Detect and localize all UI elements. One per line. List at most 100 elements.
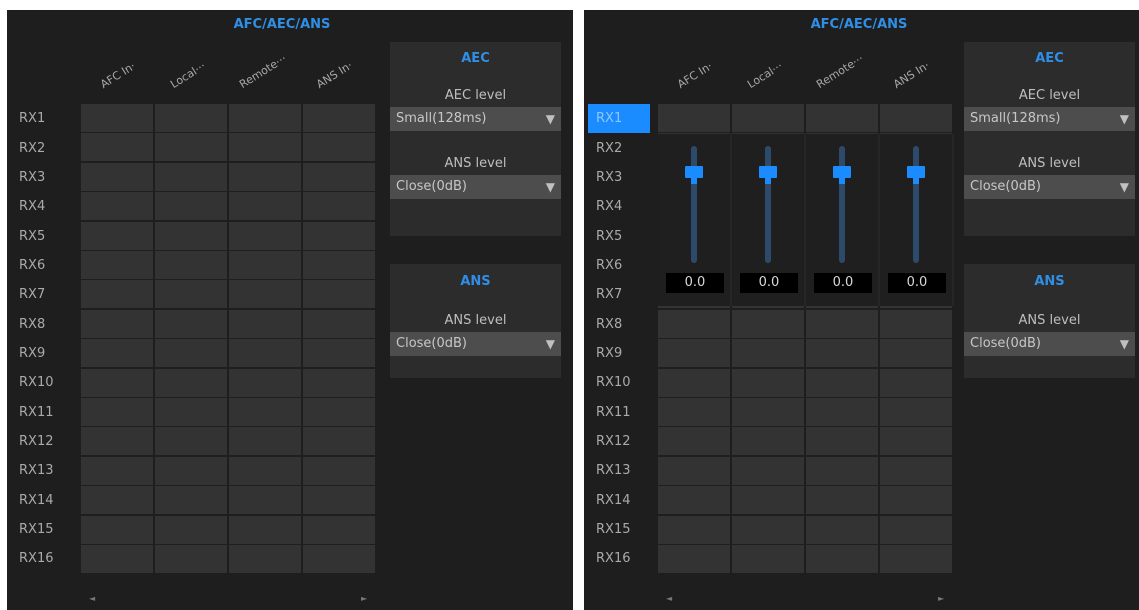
matrix-cell[interactable] (155, 486, 227, 515)
ans-level-select[interactable]: Close(0dB) ▼ (390, 332, 561, 356)
matrix-cell[interactable] (658, 398, 730, 426)
matrix-cell[interactable] (880, 309, 952, 338)
fader-track[interactable] (765, 146, 771, 263)
matrix-cell[interactable] (155, 251, 227, 279)
matrix-cell[interactable] (303, 221, 375, 250)
matrix-cell[interactable] (303, 398, 375, 426)
matrix-cell[interactable] (155, 398, 227, 426)
matrix-cell[interactable] (155, 280, 227, 309)
matrix-cell[interactable] (81, 192, 153, 221)
fader-track[interactable] (691, 146, 697, 263)
matrix-cell[interactable] (806, 456, 878, 485)
row-label-rx13[interactable]: RX13 (596, 456, 652, 485)
matrix-cell[interactable] (732, 427, 804, 456)
matrix-cell[interactable] (658, 486, 730, 515)
matrix-cell[interactable] (229, 545, 301, 573)
matrix-cell[interactable] (229, 368, 301, 397)
matrix-cell[interactable] (155, 515, 227, 544)
matrix-cell[interactable] (155, 339, 227, 368)
matrix-cell[interactable] (81, 515, 153, 544)
matrix-cell[interactable] (880, 486, 952, 515)
row-label-rx9[interactable]: RX9 (596, 339, 652, 368)
row-label-rx4[interactable]: RX4 (596, 192, 652, 221)
matrix-cell[interactable] (81, 251, 153, 279)
matrix-cell[interactable] (303, 427, 375, 456)
matrix-cell[interactable] (81, 545, 153, 573)
matrix-cell[interactable] (155, 104, 227, 132)
scroll-right-icon[interactable]: ► (361, 594, 367, 603)
matrix-cell[interactable] (303, 162, 375, 191)
matrix-cell[interactable] (81, 104, 153, 132)
row-label-rx6[interactable]: RX6 (596, 251, 652, 280)
matrix-cell[interactable] (81, 162, 153, 191)
row-label-rx5[interactable]: RX5 (19, 222, 75, 251)
scroll-right-icon[interactable]: ► (938, 594, 944, 603)
matrix-cell[interactable] (229, 486, 301, 515)
matrix-cell[interactable] (303, 486, 375, 515)
row-label-rx11[interactable]: RX11 (596, 398, 652, 427)
aec-level-select[interactable]: Small(128ms) ▼ (964, 107, 1135, 131)
matrix-cell[interactable] (732, 515, 804, 544)
matrix-cell[interactable] (806, 398, 878, 426)
row-label-rx7[interactable]: RX7 (596, 280, 652, 309)
matrix-cell[interactable] (81, 309, 153, 338)
row-label-rx8[interactable]: RX8 (19, 310, 75, 339)
matrix-cell[interactable] (81, 398, 153, 426)
row-label-rx3[interactable]: RX3 (19, 163, 75, 192)
matrix-cell[interactable] (658, 545, 730, 573)
row-label-rx12[interactable]: RX12 (596, 427, 652, 456)
matrix-cell[interactable] (806, 368, 878, 397)
matrix-cell[interactable] (81, 427, 153, 456)
row-label-rx14[interactable]: RX14 (596, 486, 652, 515)
matrix-cell[interactable] (880, 515, 952, 544)
matrix-cell[interactable] (658, 515, 730, 544)
matrix-cell[interactable] (732, 456, 804, 485)
matrix-cell[interactable] (155, 162, 227, 191)
matrix-cell[interactable] (880, 368, 952, 397)
matrix-cell[interactable] (732, 309, 804, 338)
matrix-cell[interactable] (229, 280, 301, 309)
matrix-cell[interactable] (155, 545, 227, 573)
matrix-cell[interactable] (806, 545, 878, 573)
row-label-rx6[interactable]: RX6 (19, 251, 75, 280)
row-label-rx1[interactable]: RX1 (19, 104, 75, 133)
matrix-cell[interactable] (303, 545, 375, 573)
matrix-cell[interactable] (732, 545, 804, 573)
matrix-cell[interactable] (229, 162, 301, 191)
matrix-cell[interactable] (658, 427, 730, 456)
matrix-cell[interactable] (732, 368, 804, 397)
fader-value-input[interactable]: 0.0 (740, 273, 798, 293)
fader-track[interactable] (913, 146, 919, 263)
matrix-cell[interactable] (303, 309, 375, 338)
row-label-rx12[interactable]: RX12 (19, 427, 75, 456)
fader-track[interactable] (839, 146, 845, 263)
matrix-cell[interactable] (81, 280, 153, 309)
row-label-rx9[interactable]: RX9 (19, 339, 75, 368)
aec-ans-level-select[interactable]: Close(0dB) ▼ (390, 175, 561, 199)
row-label-rx8[interactable]: RX8 (596, 310, 652, 339)
row-label-rx11[interactable]: RX11 (19, 398, 75, 427)
matrix-cell[interactable] (229, 221, 301, 250)
row-label-rx10[interactable]: RX10 (19, 368, 75, 397)
matrix-cell[interactable] (806, 427, 878, 456)
fader-handle[interactable] (759, 166, 777, 184)
row-label-rx14[interactable]: RX14 (19, 486, 75, 515)
row-label-rx7[interactable]: RX7 (19, 280, 75, 309)
scroll-left-icon[interactable]: ◄ (666, 594, 672, 603)
matrix-cell[interactable] (303, 280, 375, 309)
matrix-cell[interactable] (155, 456, 227, 485)
matrix-cell[interactable] (81, 133, 153, 162)
matrix-cell[interactable] (303, 192, 375, 221)
matrix-cell[interactable] (658, 104, 730, 132)
matrix-cell[interactable] (732, 486, 804, 515)
matrix-cell[interactable] (229, 456, 301, 485)
matrix-cell[interactable] (658, 339, 730, 368)
fader-handle[interactable] (685, 166, 703, 184)
row-label-rx10[interactable]: RX10 (596, 368, 652, 397)
matrix-cell[interactable] (880, 339, 952, 368)
matrix-cell[interactable] (229, 251, 301, 279)
matrix-cell[interactable] (229, 427, 301, 456)
matrix-cell[interactable] (806, 104, 878, 132)
matrix-cell[interactable] (880, 104, 952, 132)
row-label-rx3[interactable]: RX3 (596, 163, 652, 192)
